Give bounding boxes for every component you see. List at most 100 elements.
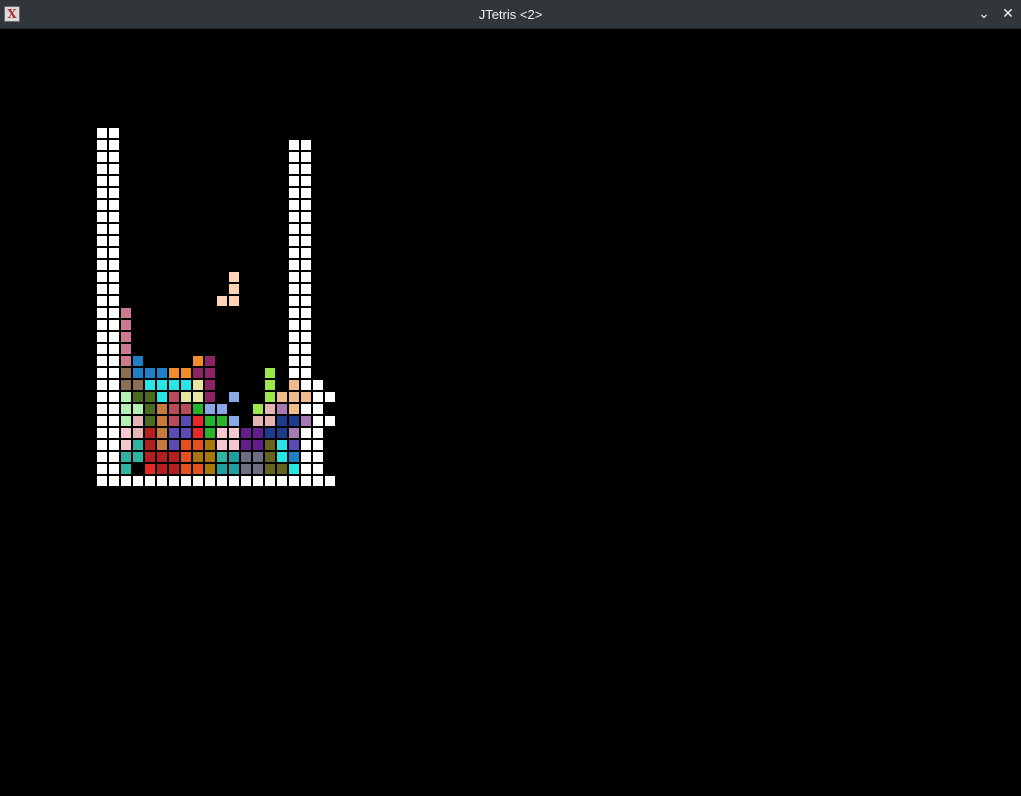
- well-wall-cell: [289, 284, 299, 294]
- tetromino-block: [181, 404, 191, 414]
- tetromino-block: [145, 380, 155, 390]
- well-wall-cell: [289, 200, 299, 210]
- well-wall-cell: [109, 212, 119, 222]
- tetromino-block: [133, 440, 143, 450]
- tetromino-block: [205, 356, 215, 366]
- tetromino-block: [217, 296, 227, 306]
- well-wall-cell: [289, 368, 299, 378]
- tetromino-block: [181, 416, 191, 426]
- tetromino-block: [289, 416, 299, 426]
- chevron-down-icon[interactable]: ⌄: [975, 5, 993, 23]
- tetromino-block: [253, 416, 263, 426]
- well-wall-cell: [313, 392, 323, 402]
- well-wall-cell: [109, 284, 119, 294]
- well-wall-cell: [289, 212, 299, 222]
- tetromino-block: [121, 464, 131, 474]
- tetromino-block: [277, 428, 287, 438]
- well-wall-cell: [97, 260, 107, 270]
- tetromino-block: [133, 452, 143, 462]
- tetromino-block: [121, 440, 131, 450]
- tetromino-block: [205, 464, 215, 474]
- tetromino-block: [121, 416, 131, 426]
- tetromino-block: [205, 380, 215, 390]
- tetromino-block: [229, 272, 239, 282]
- well-wall-cell: [301, 332, 311, 342]
- well-wall-cell: [109, 332, 119, 342]
- tetromino-block: [121, 356, 131, 366]
- tetromino-block: [229, 416, 239, 426]
- well-wall-cell: [301, 452, 311, 462]
- well-wall-cell: [301, 356, 311, 366]
- tetromino-block: [157, 452, 167, 462]
- tetromino-block: [253, 404, 263, 414]
- tetromino-block: [289, 404, 299, 414]
- tetromino-block: [157, 464, 167, 474]
- tetromino-block: [145, 464, 155, 474]
- well-wall-cell: [157, 476, 167, 486]
- well-wall-cell: [97, 176, 107, 186]
- tetromino-block: [181, 380, 191, 390]
- tetromino-block: [277, 464, 287, 474]
- tetromino-block: [157, 368, 167, 378]
- well-wall-cell: [217, 476, 227, 486]
- tetromino-block: [277, 440, 287, 450]
- tetromino-block: [229, 440, 239, 450]
- well-wall-cell: [109, 272, 119, 282]
- tetromino-block: [265, 464, 275, 474]
- tetromino-block: [145, 452, 155, 462]
- well-wall-cell: [97, 200, 107, 210]
- well-wall-cell: [109, 152, 119, 162]
- well-wall-cell: [289, 152, 299, 162]
- tetromino-block: [217, 452, 227, 462]
- tetromino-block: [289, 440, 299, 450]
- tetromino-block: [193, 404, 203, 414]
- well-wall-cell: [301, 308, 311, 318]
- well-wall-cell: [313, 464, 323, 474]
- tetromino-block: [301, 392, 311, 402]
- well-wall-cell: [97, 164, 107, 174]
- well-wall-cell: [205, 476, 215, 486]
- tetromino-block: [229, 296, 239, 306]
- well-wall-cell: [97, 212, 107, 222]
- well-wall-cell: [97, 344, 107, 354]
- well-wall-cell: [301, 260, 311, 270]
- tetromino-block: [229, 464, 239, 474]
- tetromino-block: [289, 452, 299, 462]
- well-wall-cell: [229, 476, 239, 486]
- well-wall-cell: [97, 404, 107, 414]
- tetromino-block: [133, 416, 143, 426]
- tetromino-block: [277, 416, 287, 426]
- tetromino-block: [145, 428, 155, 438]
- tetromino-block: [205, 404, 215, 414]
- tetromino-block: [133, 368, 143, 378]
- tetromino-block: [169, 416, 179, 426]
- tetromino-block: [181, 428, 191, 438]
- tetromino-block: [121, 428, 131, 438]
- game-canvas[interactable]: [0, 29, 1021, 796]
- well-wall-cell: [133, 476, 143, 486]
- well-wall-cell: [97, 320, 107, 330]
- well-wall-cell: [109, 416, 119, 426]
- tetromino-block: [265, 392, 275, 402]
- close-icon[interactable]: ✕: [999, 5, 1017, 23]
- tetromino-block: [193, 428, 203, 438]
- well-wall-cell: [97, 428, 107, 438]
- well-wall-cell: [289, 320, 299, 330]
- well-wall-cell: [301, 404, 311, 414]
- tetromino-block: [217, 464, 227, 474]
- well-wall-cell: [109, 224, 119, 234]
- tetromino-block: [217, 404, 227, 414]
- tetromino-block: [253, 464, 263, 474]
- tetromino-block: [277, 452, 287, 462]
- well-wall-cell: [313, 380, 323, 390]
- well-wall-cell: [97, 392, 107, 402]
- well-wall-cell: [109, 344, 119, 354]
- well-wall-cell: [313, 452, 323, 462]
- well-wall-cell: [109, 440, 119, 450]
- tetromino-block: [121, 308, 131, 318]
- well-wall-cell: [109, 128, 119, 138]
- well-wall-cell: [301, 272, 311, 282]
- well-wall-cell: [325, 392, 335, 402]
- tetromino-block: [217, 440, 227, 450]
- tetromino-block: [121, 344, 131, 354]
